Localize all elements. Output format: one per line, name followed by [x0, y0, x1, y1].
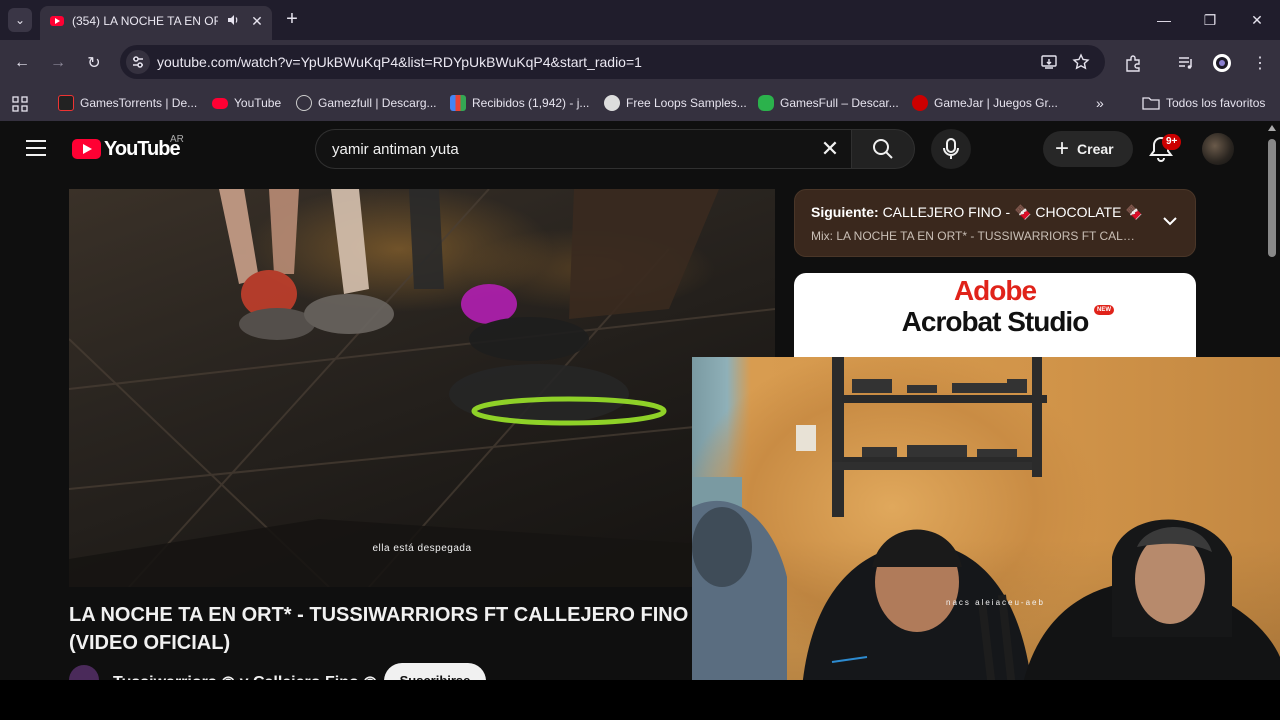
window-close-icon[interactable]: ✕	[1245, 8, 1269, 32]
bookmark-star-icon[interactable]	[1072, 53, 1090, 71]
search-button[interactable]	[851, 129, 915, 169]
bottom-black-bar	[0, 680, 1280, 720]
ad-brand: Adobe	[953, 275, 1037, 306]
browser-menu-icon[interactable]: ⋮	[1248, 51, 1272, 75]
bookmark-gamestorrents[interactable]: GamesTorrents | De...	[58, 92, 197, 114]
site-info-icon[interactable]	[126, 50, 150, 74]
gamestorrents-icon	[58, 95, 74, 111]
ad-banner[interactable]: Adobe Acrobat Studio NEW	[794, 273, 1196, 363]
browser-toolbar: ← → ↻ youtube.com/watch?v=YpUkBWuKqP4&li…	[0, 40, 1280, 86]
restore-icon[interactable]: ❐	[1198, 8, 1222, 32]
channel-avatar[interactable]	[69, 665, 99, 680]
gamepad-icon	[758, 95, 774, 111]
gmail-icon	[450, 95, 466, 111]
search-query-text: yamir antiman yuta	[332, 141, 459, 158]
ad-new-badge: NEW	[1094, 305, 1114, 315]
video-player[interactable]: ella está despegada	[69, 189, 775, 587]
webcam-scene	[692, 357, 1280, 688]
clear-search-icon[interactable]: ✕	[817, 136, 843, 162]
plus-icon: +	[1055, 135, 1070, 162]
bookmark-gmail[interactable]: Recibidos (1,942) - j...	[450, 92, 589, 114]
tab-title: (354) LA NOCHE TA EN ORT* - TUSSIWARRIOR…	[72, 14, 218, 28]
new-tab-button[interactable]: +	[282, 9, 302, 29]
youtube-icon	[212, 97, 228, 109]
scroll-up-icon[interactable]	[1268, 125, 1276, 131]
close-tab-icon[interactable]: ✕	[248, 12, 266, 30]
search-icon	[873, 139, 893, 159]
channel-name[interactable]: Tussiwarriors ◉ y Callejero Fino ◉	[113, 672, 377, 680]
profile-icon[interactable]	[1212, 53, 1232, 73]
bookmark-youtube[interactable]: YouTube	[212, 92, 281, 114]
video-frame	[69, 189, 775, 587]
install-app-icon[interactable]	[1040, 53, 1058, 71]
youtube-favicon-icon	[50, 16, 64, 26]
youtube-play-icon	[72, 139, 101, 159]
subtitle-caption: ella está despegada	[372, 543, 472, 554]
search-input[interactable]: yamir antiman yuta ✕	[315, 129, 851, 169]
reload-icon[interactable]: ↻	[82, 51, 106, 75]
gamezfull-icon	[296, 95, 312, 111]
folder-icon	[1142, 97, 1160, 110]
free-loops-icon	[604, 95, 620, 111]
bookmark-gamejar[interactable]: GameJar | Juegos Gr...	[912, 92, 1058, 114]
hamburger-menu-icon[interactable]	[26, 140, 46, 156]
back-icon[interactable]: ←	[10, 51, 34, 75]
notification-count-badge: 9+	[1162, 134, 1182, 150]
all-bookmarks-folder[interactable]: Todos los favoritos	[1142, 92, 1265, 114]
create-button[interactable]: + Crear	[1043, 131, 1133, 167]
country-code: AR	[170, 134, 184, 145]
tab-search-button[interactable]: ⌄	[8, 8, 32, 32]
gamejar-icon	[912, 95, 928, 111]
audio-playing-icon[interactable]	[226, 13, 240, 27]
bookmark-free-loops[interactable]: Free Loops Samples...	[604, 92, 747, 114]
url-text: youtube.com/watch?v=YpUkBWuKqP4&list=RDY…	[157, 54, 642, 70]
up-next-title: Siguiente: CALLEJERO FINO - 🍫 CHOCOLATE …	[811, 204, 1143, 220]
up-next-panel[interactable]: Siguiente: CALLEJERO FINO - 🍫 CHOCOLATE …	[794, 189, 1196, 257]
microphone-icon	[943, 138, 959, 159]
address-bar[interactable]: youtube.com/watch?v=YpUkBWuKqP4&list=RDY…	[120, 45, 1105, 79]
media-controls-icon[interactable]	[1177, 54, 1195, 72]
screen: ⌄ (354) LA NOCHE TA EN ORT* - TUSSIWARRI…	[0, 0, 1280, 720]
forward-icon[interactable]: →	[46, 51, 70, 75]
extensions-icon[interactable]	[1124, 54, 1142, 72]
scroll-thumb[interactable]	[1268, 139, 1276, 257]
up-next-playlist: Mix: LA NOCHE TA EN ORT* - TUSSIWARRIORS…	[811, 229, 1141, 243]
browser-tab[interactable]: (354) LA NOCHE TA EN ORT* - TUSSIWARRIOR…	[40, 6, 272, 40]
subscribe-button[interactable]: Suscribirse	[384, 663, 486, 680]
video-title: LA NOCHE TA EN ORT* - TUSSIWARRIORS FT C…	[69, 604, 689, 654]
chevron-down-icon: ⌄	[14, 13, 26, 27]
minimize-icon[interactable]: —	[1152, 8, 1176, 32]
bookmarks-bar: GamesTorrents | De... YouTube Gamezfull …	[0, 86, 1280, 121]
bookmark-gamezfull[interactable]: Gamezfull | Descarg...	[296, 92, 437, 114]
tab-strip: ⌄ (354) LA NOCHE TA EN ORT* - TUSSIWARRI…	[0, 0, 1280, 40]
voice-search-button[interactable]	[931, 129, 971, 169]
webcam-overlay: nacs aleiaceu-aeb	[692, 357, 1280, 688]
account-avatar[interactable]	[1202, 133, 1234, 165]
youtube-logo[interactable]: YouTube	[72, 137, 181, 161]
shirt-text: nacs aleiaceu-aeb	[946, 598, 1045, 607]
more-bookmarks-icon[interactable]: »	[1096, 92, 1104, 114]
ad-product: Acrobat Studio	[901, 306, 1090, 337]
bookmark-gamesfull[interactable]: GamesFull – Descar...	[758, 92, 899, 114]
chevron-down-icon[interactable]	[1161, 212, 1179, 230]
apps-grid-icon[interactable]	[12, 96, 28, 112]
